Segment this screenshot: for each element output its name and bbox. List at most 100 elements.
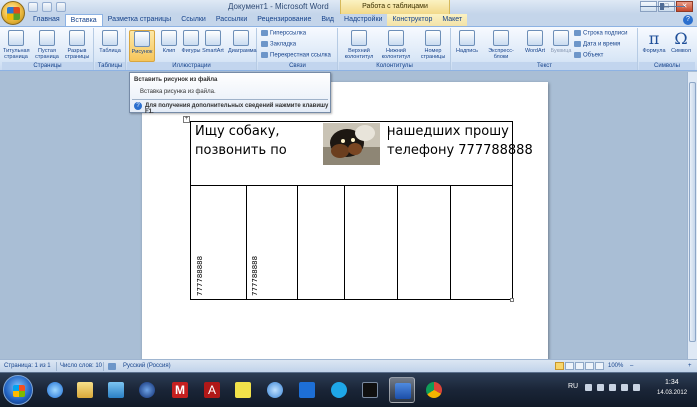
table-resize-handle[interactable] bbox=[510, 298, 514, 302]
table-move-handle[interactable]: + bbox=[183, 116, 190, 123]
textbox-button[interactable]: Надпись bbox=[454, 30, 480, 54]
title-page-button[interactable]: Титульная страница bbox=[3, 30, 30, 60]
taskbar-help[interactable] bbox=[262, 377, 288, 403]
tray-icon[interactable] bbox=[609, 384, 616, 391]
footer-icon bbox=[388, 30, 404, 46]
taskbar-media[interactable] bbox=[103, 377, 129, 403]
tab-insert[interactable]: Вставка bbox=[64, 14, 103, 26]
tab-references[interactable]: Ссылки bbox=[176, 14, 211, 26]
redo-icon[interactable] bbox=[56, 2, 66, 12]
tab-view[interactable]: Вид bbox=[316, 14, 339, 26]
taskbar-notes[interactable] bbox=[230, 377, 256, 403]
word-count[interactable]: Число слов: 10 bbox=[60, 363, 102, 369]
taskbar-player[interactable] bbox=[134, 377, 160, 403]
tooltip-divider bbox=[132, 99, 328, 100]
tab-addins[interactable]: Надстройки bbox=[339, 14, 387, 26]
cell-text[interactable]: телефону 777788888 bbox=[387, 143, 533, 158]
date-time-button[interactable]: Дата и время bbox=[574, 41, 620, 49]
object-button[interactable]: Объект bbox=[574, 52, 603, 60]
clock-date[interactable]: 14.03.2012 bbox=[657, 390, 687, 396]
tab-page-layout[interactable]: Разметка страницы bbox=[103, 14, 177, 26]
zoom-out-button[interactable]: – bbox=[630, 363, 633, 369]
web-view-button[interactable] bbox=[575, 362, 584, 370]
table-button[interactable]: Таблица bbox=[97, 30, 123, 54]
zoom-level[interactable]: 100% bbox=[608, 363, 623, 369]
blank-page-button[interactable]: Пустая страница bbox=[34, 30, 60, 60]
help-icon[interactable]: ? bbox=[683, 15, 693, 25]
picture-button[interactable]: Рисунок bbox=[129, 30, 155, 62]
vertical-scrollbar[interactable] bbox=[687, 72, 697, 359]
hyperlink-button[interactable]: Гиперссылка bbox=[261, 30, 306, 38]
office-button[interactable] bbox=[1, 1, 25, 25]
taskbar-word[interactable] bbox=[389, 377, 415, 403]
header-icon bbox=[351, 30, 367, 46]
taskbar-cmd[interactable] bbox=[357, 377, 383, 403]
taskbar-explorer[interactable] bbox=[72, 377, 98, 403]
formula-button[interactable]: π Формула bbox=[641, 30, 667, 55]
table-icon bbox=[102, 30, 118, 46]
tab-design[interactable]: Конструктор bbox=[387, 14, 438, 26]
quick-parts-button[interactable]: Экспресс-блоки bbox=[482, 30, 520, 60]
volume-icon[interactable] bbox=[633, 384, 640, 391]
vertical-phone-text[interactable]: 777788888 bbox=[196, 256, 204, 296]
tab-mailings[interactable]: Рассылки bbox=[211, 14, 252, 26]
dog-photo[interactable] bbox=[323, 123, 380, 165]
group-label: Иллюстрации bbox=[127, 62, 256, 70]
scrollbar-thumb[interactable] bbox=[689, 82, 696, 342]
group-label: Связи bbox=[258, 62, 337, 70]
tray-arrow-icon[interactable] bbox=[585, 384, 592, 391]
footer-button[interactable]: Нижний колонтитул bbox=[379, 30, 413, 60]
start-button[interactable] bbox=[3, 375, 33, 405]
tab-home[interactable]: Главная bbox=[28, 14, 65, 26]
tab-review[interactable]: Рецензирование bbox=[252, 14, 316, 26]
language-switch[interactable]: RU bbox=[568, 383, 578, 390]
language-indicator[interactable]: Русский (Россия) bbox=[123, 363, 171, 369]
page-number-button[interactable]: Номер страницы bbox=[416, 30, 450, 60]
view-buttons bbox=[555, 362, 604, 370]
chart-button[interactable]: Диаграмма bbox=[228, 30, 257, 54]
smartart-button[interactable]: SmartArt bbox=[200, 30, 226, 54]
group-text: Надпись Экспресс-блоки WordArt Буквица С… bbox=[452, 28, 638, 70]
zoom-in-button[interactable]: + bbox=[688, 363, 692, 369]
signature-line-button[interactable]: Строка подписи bbox=[574, 30, 627, 38]
spelling-icon[interactable] bbox=[108, 363, 116, 370]
taskbar-m-app[interactable]: M bbox=[167, 377, 193, 403]
taskbar-chrome[interactable] bbox=[421, 377, 447, 403]
page-count[interactable]: Страница: 1 из 1 bbox=[4, 363, 51, 369]
zoom-slider-thumb[interactable] bbox=[660, 3, 664, 10]
taskbar-teamviewer[interactable] bbox=[294, 377, 320, 403]
dropcap-button[interactable]: Буквица bbox=[548, 30, 574, 54]
undo-icon[interactable] bbox=[42, 2, 52, 12]
tab-layout[interactable]: Макет bbox=[437, 14, 468, 26]
taskbar-acrobat[interactable]: A bbox=[199, 377, 225, 403]
table-column-border bbox=[397, 185, 398, 300]
bookmark-button[interactable]: Закладка bbox=[261, 41, 296, 49]
draft-view-button[interactable] bbox=[595, 362, 604, 370]
internet-explorer-icon bbox=[47, 382, 63, 398]
document-table[interactable]: Ищу собаку, позвонить по нашедших прошу … bbox=[190, 121, 533, 300]
group-label: Страницы bbox=[2, 62, 93, 70]
taskbar-skype[interactable] bbox=[326, 377, 352, 403]
shapes-icon bbox=[183, 30, 199, 46]
save-icon[interactable] bbox=[28, 2, 38, 12]
clock-time[interactable]: 1:34 bbox=[665, 379, 679, 386]
cross-reference-button[interactable]: Перекрестная ссылка bbox=[261, 52, 331, 60]
vertical-phone-text[interactable]: 777788888 bbox=[251, 256, 259, 296]
print-layout-view-button[interactable] bbox=[555, 362, 564, 370]
symbol-button[interactable]: Ω Символ bbox=[668, 30, 694, 55]
page-break-button[interactable]: Разрыв страницы bbox=[64, 30, 90, 60]
header-button[interactable]: Верхний колонтитул bbox=[342, 30, 376, 60]
outline-view-button[interactable] bbox=[585, 362, 594, 370]
table-row-border bbox=[191, 185, 512, 186]
teamviewer-icon bbox=[299, 382, 315, 398]
network-icon[interactable] bbox=[621, 384, 628, 391]
reading-view-button[interactable] bbox=[565, 362, 574, 370]
taskbar-ie[interactable] bbox=[42, 377, 68, 403]
cell-text[interactable]: Ищу собаку, bbox=[195, 124, 280, 139]
media-player-icon bbox=[139, 382, 155, 398]
cell-text[interactable]: нашедших прошу bbox=[387, 124, 509, 139]
wordart-button[interactable]: WordArt bbox=[522, 30, 548, 54]
tray-icon[interactable] bbox=[597, 384, 604, 391]
cell-text[interactable]: позвонить по bbox=[195, 143, 287, 158]
word-icon bbox=[395, 383, 411, 399]
